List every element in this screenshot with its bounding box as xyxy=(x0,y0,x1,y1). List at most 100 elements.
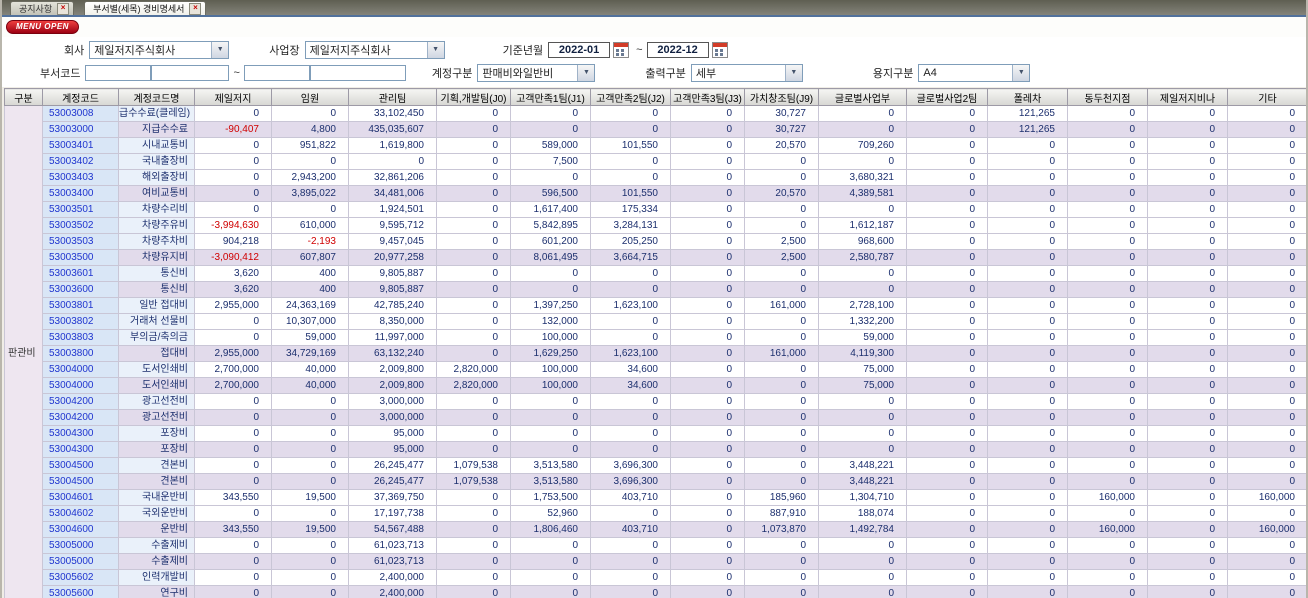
column-header[interactable]: 제일저지 xyxy=(194,88,272,106)
value-cell: 0 xyxy=(670,393,745,410)
expense-row[interactable]: 53004500 견본비 0 0 26,245,477 1,079,538 3,513,58… xyxy=(5,473,1306,490)
expense-row[interactable]: 53003600 통신비 3,620 400 9,805,887 0 0 0 0 0 0 0 0 0 0 0 xyxy=(5,281,1306,298)
account-name-cell: 광고선전비 xyxy=(118,393,195,410)
expense-row[interactable]: 53003502 차량주유비 -3,994,630 610,000 9,595,712 0… xyxy=(5,217,1306,234)
column-header[interactable]: 구분 xyxy=(4,88,43,106)
expense-row[interactable]: 53004200 광고선전비 0 0 3,000,000 0 0 0 0 0 0 0 0 0 0 0 xyxy=(5,393,1306,410)
value-cell: 0 xyxy=(1067,313,1148,330)
workplace-label: 사업장 xyxy=(269,44,300,57)
column-header[interactable]: 기타 xyxy=(1227,88,1306,106)
expense-row[interactable]: 53005602 인력개발비 0 0 2,400,000 0 0 0 0 0 0 0 0 0 0 0 xyxy=(5,569,1306,586)
expense-row[interactable]: 53003601 통신비 3,620 400 9,805,887 0 0 0 0 0 0 0 0 0 0 0 xyxy=(5,265,1306,282)
expense-row[interactable]: 53005000 수출제비 0 0 61,023,713 0 0 0 0 0 0 0 0 0 0 0 xyxy=(5,553,1306,570)
expense-row[interactable]: 53005600 연구비 0 0 2,400,000 0 0 0 0 0 0 0 0 0 0 0 xyxy=(5,585,1306,598)
column-header[interactable]: 글로벌사업2팀 xyxy=(906,88,988,106)
output-class-select[interactable]: 세부 ▼ xyxy=(690,63,803,82)
period-from-input[interactable] xyxy=(548,41,611,58)
value-cell: 0 xyxy=(194,409,272,426)
value-cell: 0 xyxy=(271,441,349,458)
column-header[interactable]: 동두천지점 xyxy=(1067,88,1148,106)
value-cell: 0 xyxy=(1067,329,1148,346)
value-cell: 0 xyxy=(194,185,272,202)
value-cell: 20,977,258 xyxy=(348,249,437,266)
expense-row[interactable]: 53005000 수출제비 0 0 61,023,713 0 0 0 0 0 0 0 0 0 0 0 xyxy=(5,537,1306,554)
close-icon[interactable]: × xyxy=(189,2,202,15)
value-cell: 0 xyxy=(906,169,988,186)
workplace-select[interactable]: 제일저지주식회사 ▼ xyxy=(304,40,445,59)
value-cell: 0 xyxy=(744,393,819,410)
value-cell: 0 xyxy=(194,441,272,458)
expense-row[interactable]: 판관비 53003008 급수수료(클레임) 0 0 33,102,450 0 0 0 0 30,7… xyxy=(4,105,1306,598)
expense-row[interactable]: 53003801 일반 접대비 2,955,000 24,363,169 42,785,… xyxy=(5,297,1306,314)
calendar-icon[interactable] xyxy=(711,41,728,58)
value-cell: 3,696,300 xyxy=(590,473,671,490)
column-header[interactable]: 폴레차 xyxy=(987,88,1068,106)
expense-row[interactable]: 53003802 거래처 선물비 0 10,307,000 8,350,000 0 132,… xyxy=(5,313,1306,330)
account-code-cell: 53003600 xyxy=(42,281,119,298)
value-cell: 0 xyxy=(1147,329,1228,346)
value-cell: 0 xyxy=(1227,345,1306,362)
expense-row[interactable]: 53004000 도서인쇄비 2,700,000 40,000 2,009,800 2,8… xyxy=(5,361,1306,378)
tab-expense-report[interactable]: 부서별(세목) 경비명세서 × xyxy=(84,1,207,15)
dept-to-code-input[interactable] xyxy=(243,64,310,81)
column-header[interactable]: 가치창조팀(J9) xyxy=(744,88,819,106)
expense-row[interactable]: 53004601 국내운반비 343,550 19,500 37,369,750 0 1,7… xyxy=(5,489,1306,506)
column-header[interactable]: 고객만족2팀(J2) xyxy=(590,88,671,106)
expense-row[interactable]: 53003800 접대비 2,955,000 34,729,169 63,132,240… xyxy=(5,345,1306,362)
value-cell: 0 xyxy=(1147,537,1228,554)
value-cell: 1,806,460 xyxy=(510,521,591,538)
value-cell: 403,710 xyxy=(590,521,671,538)
expense-row[interactable]: 53003400 여비교통비 0 3,895,022 34,481,006 0 596,50… xyxy=(5,185,1306,202)
company-select[interactable]: 제일저지주식회사 ▼ xyxy=(89,40,230,59)
expense-row[interactable]: 53004300 포장비 0 0 95,000 0 0 0 0 0 0 0 0 0 0 0 xyxy=(5,441,1306,458)
expense-row[interactable]: 53003501 차량수리비 0 0 1,924,501 0 1,617,400 175,33… xyxy=(5,201,1306,218)
value-cell: 0 xyxy=(1147,185,1228,202)
column-header[interactable]: 제일저지비나 xyxy=(1147,88,1228,106)
tab-notice[interactable]: 공지사항 × xyxy=(10,1,75,15)
expense-row[interactable]: 53003401 시내교통비 0 951,822 1,619,800 0 589,000 10… xyxy=(5,137,1306,154)
value-cell: 0 xyxy=(1147,137,1228,154)
expense-row[interactable]: 53004500 견본비 0 0 26,245,477 1,079,538 3,513,58… xyxy=(5,457,1306,474)
expense-row[interactable]: 53003803 부의금/축의금 0 59,000 11,997,000 0 100,000… xyxy=(5,329,1306,346)
calendar-icon[interactable] xyxy=(613,41,630,58)
value-cell: 2,820,000 xyxy=(436,361,511,378)
close-icon[interactable]: × xyxy=(57,2,70,15)
expense-row[interactable]: 53004000 도서인쇄비 2,700,000 40,000 2,009,800 2,8… xyxy=(5,377,1306,394)
column-header[interactable]: 관리팀 xyxy=(348,88,437,106)
column-header[interactable]: 계정코드 xyxy=(42,88,119,106)
value-cell: 37,369,750 xyxy=(348,489,437,506)
column-header[interactable]: 계정코드명 xyxy=(118,88,195,106)
value-cell: 0 xyxy=(1227,569,1306,586)
expense-row[interactable]: 53003500 차량유지비 -3,090,412 607,807 20,977,258… xyxy=(5,249,1306,266)
expense-row[interactable]: 53004200 광고선전비 0 0 3,000,000 0 0 0 0 0 0 0 0 0 0 0 xyxy=(5,409,1306,426)
expense-row[interactable]: 53003000 지급수수료 -90,407 4,800 435,035,607 0 0 0 0… xyxy=(5,121,1306,138)
account-class-select[interactable]: 판매비와일반비 ▼ xyxy=(477,63,596,82)
expense-row[interactable]: 53003503 차량주차비 904,218 -2,193 9,457,045 0 601,… xyxy=(5,233,1306,250)
period-to-input[interactable] xyxy=(646,41,709,58)
expense-row[interactable]: 53003402 국내출장비 0 0 0 0 7,500 0 0 0 0 0 0 0 0 0 xyxy=(5,153,1306,170)
value-cell: 0 xyxy=(744,313,819,330)
column-header[interactable]: 글로벌사업부 xyxy=(818,88,907,106)
column-header[interactable]: 기획,개발팀(J0) xyxy=(436,88,511,106)
value-cell: 0 xyxy=(744,329,819,346)
column-header[interactable]: 고객만족3팀(J3) xyxy=(670,88,745,106)
dept-to-name-input[interactable] xyxy=(309,64,406,81)
dept-from-code-input[interactable] xyxy=(85,64,152,81)
value-cell: 0 xyxy=(510,569,591,586)
column-header[interactable]: 고객만족1팀(J1) xyxy=(510,88,591,106)
expense-row[interactable]: 53004600 운반비 343,550 19,500 54,567,488 0 1,806… xyxy=(5,521,1306,538)
column-header[interactable]: 임원 xyxy=(271,88,349,106)
value-cell: 0 xyxy=(987,489,1068,506)
value-cell: 403,710 xyxy=(590,489,671,506)
value-cell: 61,023,713 xyxy=(348,553,437,570)
expense-row[interactable]: 53004300 포장비 0 0 95,000 0 0 0 0 0 0 0 0 0 0 0 xyxy=(5,425,1306,442)
value-cell: 0 xyxy=(436,137,511,154)
menu-open-button[interactable]: MENU OPEN xyxy=(6,20,79,34)
value-cell: 3,696,300 xyxy=(590,457,671,474)
paper-class-select[interactable]: A4 ▼ xyxy=(918,63,1031,82)
dept-from-name-input[interactable] xyxy=(151,64,230,81)
value-cell: 0 xyxy=(906,473,988,490)
expense-row[interactable]: 53004602 국외운반비 0 0 17,197,738 0 52,960 0 0 887,91… xyxy=(5,505,1306,522)
account-code-cell: 53003401 xyxy=(42,137,119,154)
expense-row[interactable]: 53003403 해외출장비 0 2,943,200 32,861,206 0 0 0 0 0 3,… xyxy=(5,169,1306,186)
